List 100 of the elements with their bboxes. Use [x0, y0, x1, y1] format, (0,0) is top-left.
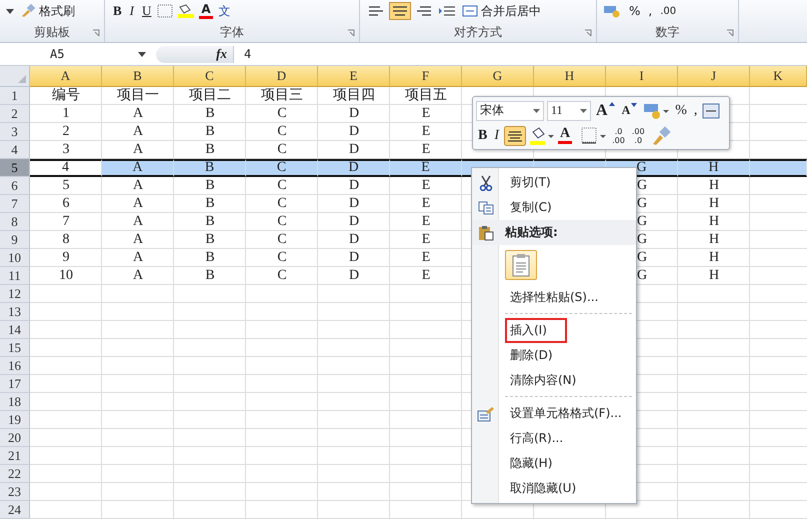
format-painter-button[interactable]: 格式刷 [18, 2, 77, 20]
table-cell-text: C [276, 213, 288, 231]
merge-icon[interactable] [702, 102, 720, 118]
dialog-launcher-icon[interactable] [584, 29, 592, 37]
row-header[interactable]: 6 [0, 177, 30, 195]
dialog-launcher-icon[interactable] [347, 29, 355, 37]
table-cell-text: 7 [62, 213, 70, 231]
font-color-button[interactable]: A [558, 127, 572, 144]
merge-center-button[interactable]: 合并后居中 [460, 2, 543, 20]
column-header[interactable]: G [462, 66, 534, 87]
border-icon[interactable] [581, 126, 608, 144]
menu-item[interactable]: 剪切(T) [505, 170, 556, 195]
column-header[interactable]: C [174, 66, 246, 87]
table-cell-text: C [276, 267, 288, 285]
menu-item[interactable]: 设置单元格格式(F)... [505, 401, 627, 426]
align-icon[interactable] [390, 3, 410, 19]
row-header[interactable]: 9 [0, 231, 30, 249]
grow-font-button[interactable]: A [594, 102, 617, 120]
table-cell-text: H [708, 249, 720, 267]
decimal-button[interactable]: .00 [658, 6, 678, 16]
menu-item[interactable]: 选择性粘贴(S)... [505, 285, 604, 310]
row-header[interactable]: 19 [0, 411, 30, 429]
triangle-icon [17, 74, 27, 84]
menu-item[interactable]: 行高(R)... [505, 426, 568, 451]
row-header[interactable]: 14 [0, 321, 30, 339]
paint-bucket-icon[interactable] [177, 4, 196, 18]
column-header[interactable]: F [390, 66, 462, 87]
font-size-dropdown[interactable]: 11 [547, 100, 591, 120]
row-header[interactable]: 24 [0, 501, 30, 519]
row-header[interactable]: 7 [0, 195, 30, 213]
caret-icon[interactable] [6, 8, 14, 14]
menu-item[interactable]: 清除内容(N) [505, 368, 582, 393]
font-color-button[interactable]: A [199, 3, 213, 19]
table-cell-text: H [708, 231, 720, 249]
row-header[interactable]: 21 [0, 447, 30, 465]
format-button[interactable]: I [128, 3, 136, 19]
indent-icon[interactable] [438, 4, 456, 18]
row-header[interactable]: 5 [0, 159, 30, 177]
column-header[interactable]: D [246, 66, 318, 87]
table-cell-text: G [636, 249, 648, 267]
row-header[interactable]: 17 [0, 375, 30, 393]
table-cell-text: 5 [62, 177, 70, 195]
row-header[interactable]: 3 [0, 123, 30, 141]
paint-bucket-icon[interactable] [529, 126, 556, 146]
table-cell-text: E [420, 249, 432, 267]
table-cell-text: E [420, 213, 432, 231]
format-button[interactable]: I [492, 128, 502, 144]
dialog-launcher-icon[interactable] [92, 29, 100, 37]
dialog-launcher-icon[interactable] [726, 29, 734, 37]
phonetic-button[interactable]: 文 [216, 2, 233, 20]
table-cell-text: E [420, 177, 432, 195]
font-dropdown[interactable]: 宋体 [476, 100, 544, 120]
formula-field[interactable]: 4 [234, 47, 252, 61]
row-header[interactable]: 4 [0, 141, 30, 159]
format-button[interactable]: % [627, 4, 642, 18]
table-cell-text: D [348, 249, 360, 267]
insert-function-button[interactable]: fx [216, 46, 227, 62]
format-button[interactable]: B [476, 128, 490, 144]
format-button[interactable]: B [111, 3, 124, 19]
row-header[interactable]: 8 [0, 213, 30, 231]
column-header[interactable]: K [750, 66, 807, 87]
decimal-button[interactable]: .0 .00 [610, 126, 627, 144]
column-header[interactable]: E [318, 66, 390, 87]
row-header[interactable]: 16 [0, 357, 30, 375]
row-header[interactable]: 12 [0, 285, 30, 303]
column-header[interactable]: H [534, 66, 606, 87]
shrink-font-button[interactable]: A [620, 103, 640, 118]
column-header[interactable]: J [678, 66, 750, 87]
menu-item[interactable]: 复制(C) [505, 195, 557, 220]
row-header[interactable]: 15 [0, 339, 30, 357]
name-box[interactable]: A5 [0, 43, 152, 65]
format-button[interactable]: % [673, 102, 689, 118]
format-button[interactable]: U [140, 3, 154, 19]
format-button[interactable]: , [692, 102, 700, 118]
row-header[interactable]: 20 [0, 429, 30, 447]
column-header[interactable]: B [102, 66, 174, 87]
menu-item[interactable]: 隐藏(H) [505, 451, 558, 476]
row-header[interactable]: 13 [0, 303, 30, 321]
menu-item[interactable]: 取消隐藏(U) [505, 476, 582, 501]
row-header[interactable]: 18 [0, 393, 30, 411]
row-header[interactable]: 1 [0, 87, 30, 105]
table-cell-text: 8 [62, 231, 70, 249]
align-center-icon[interactable] [504, 126, 526, 146]
table-cell-text: C [276, 141, 288, 159]
table-cell-text: B [204, 267, 216, 285]
row-header[interactable]: 22 [0, 465, 30, 483]
row-header[interactable]: 10 [0, 249, 30, 267]
column-header[interactable]: A [30, 66, 102, 87]
column-header[interactable]: I [606, 66, 678, 87]
decimal-button[interactable]: .00 .0 [630, 126, 647, 144]
menu-item[interactable]: 删除(D) [505, 343, 558, 368]
table-cell-text: A [132, 231, 144, 249]
row-header[interactable]: 2 [0, 105, 30, 123]
paste-button[interactable] [505, 250, 537, 280]
table-cell-text: 10 [58, 267, 74, 285]
format-button[interactable]: , [646, 4, 654, 18]
row-header[interactable]: 11 [0, 267, 30, 285]
caret-icon [533, 108, 540, 112]
row-header[interactable]: 23 [0, 483, 30, 501]
menu-item[interactable]: 插入(I) [505, 318, 567, 343]
